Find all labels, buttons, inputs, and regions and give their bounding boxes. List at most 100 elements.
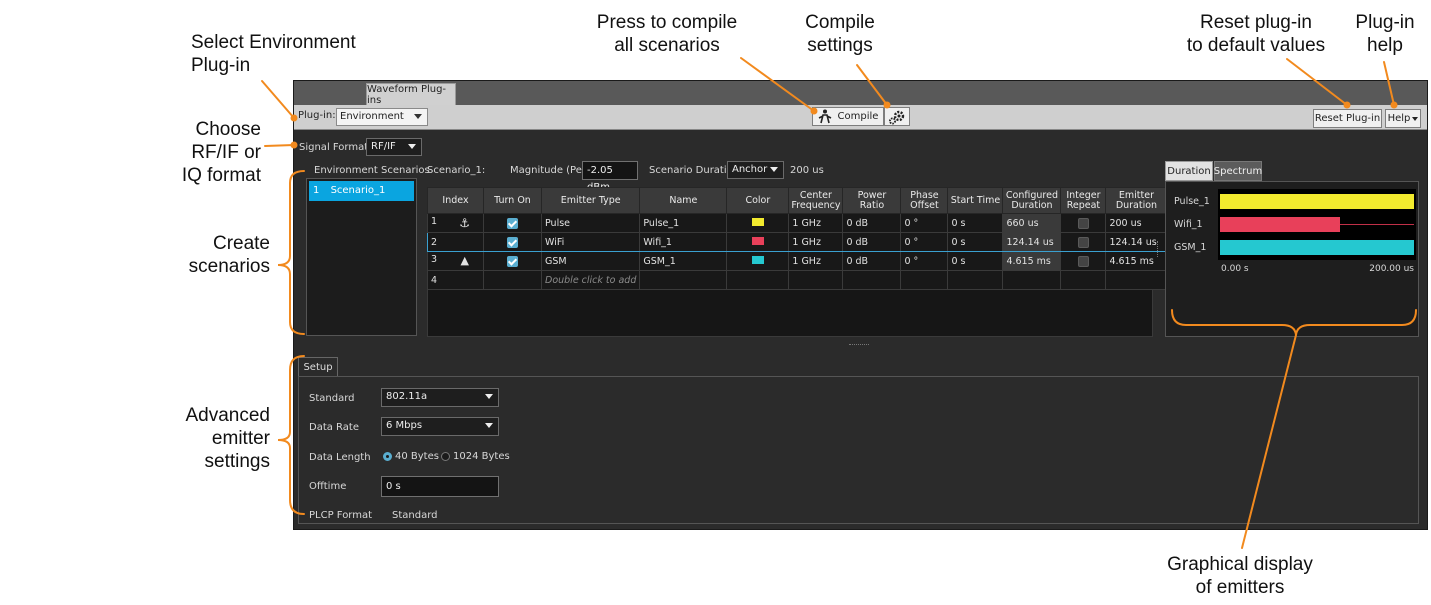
radio-unselected[interactable] — [441, 451, 450, 461]
cell-phase-offset[interactable]: 0 ° — [900, 232, 949, 252]
chevron-down-icon — [408, 144, 416, 149]
signal-format-select[interactable]: RF/IF — [366, 138, 422, 156]
data-rate-select[interactable]: 6 Mbps — [381, 417, 499, 436]
cell-color[interactable] — [726, 251, 790, 271]
cell-power-ratio[interactable]: 0 dB — [842, 251, 902, 271]
radio-selected[interactable] — [383, 451, 392, 461]
tab-setup[interactable]: Setup — [298, 357, 338, 377]
signal-format-value: RF/IF — [371, 141, 396, 152]
duration-mode-select[interactable]: Anchor — [727, 161, 784, 179]
data-length-option-1024[interactable]: 1024 Bytes — [441, 451, 510, 462]
integer-repeat-checkbox[interactable] — [1077, 255, 1089, 267]
cell-color[interactable] — [726, 232, 790, 252]
cell-name[interactable]: Pulse_1 — [639, 213, 728, 233]
magnitude-input[interactable]: -2.05 dBm — [582, 161, 638, 193]
cell-configured-duration: 124.14 us — [1002, 232, 1062, 252]
cell-emitter-type[interactable]: WiFi — [540, 232, 641, 252]
column-header[interactable]: Start Time — [947, 187, 1004, 214]
reset-plugin-button[interactable]: Reset Plug-in — [1313, 109, 1382, 128]
duration-mode-value: Anchor — [732, 164, 768, 175]
cell-frequency[interactable]: 1 GHz — [788, 213, 844, 233]
cell-integer-repeat[interactable] — [1060, 251, 1107, 271]
cell-empty — [947, 270, 1004, 290]
annotation-press-compile: Press to compile all scenarios — [596, 12, 738, 56]
bar-label: Pulse_1 — [1174, 196, 1210, 207]
annotation-choose-format: Choose RF/IF or IQ format — [181, 119, 261, 186]
turn-on-checkbox[interactable] — [507, 255, 518, 267]
column-header[interactable]: Index — [427, 187, 484, 214]
signal-format-label: Signal Format — [299, 142, 369, 153]
turn-on-checkbox[interactable] — [507, 236, 518, 248]
vertical-splitter-handle[interactable] — [1157, 241, 1159, 257]
column-header[interactable]: Phase Offset — [900, 187, 949, 214]
compile-button[interactable]: Compile — [812, 107, 884, 126]
cell-name[interactable]: GSM_1 — [639, 251, 728, 271]
cell-emitter-type[interactable]: Pulse — [540, 213, 641, 233]
column-header[interactable]: Name — [639, 187, 728, 214]
column-header[interactable]: Center Frequency — [788, 187, 844, 214]
setup-panel: Standard 802.11a Data Rate 6 Mbps Data L… — [298, 376, 1419, 524]
chevron-down-icon — [770, 167, 778, 172]
turn-on-checkbox[interactable] — [507, 217, 518, 229]
scenario-index: 1 — [313, 185, 320, 196]
tab-spectrum[interactable]: Spectrum — [1214, 161, 1262, 181]
cell-power-ratio[interactable]: 0 dB — [842, 213, 902, 233]
gear-icon — [889, 110, 905, 124]
column-header[interactable]: Color — [726, 187, 790, 214]
cell-integer-repeat[interactable] — [1060, 232, 1107, 252]
cell-turn-on[interactable] — [483, 251, 542, 271]
help-button[interactable]: Help — [1385, 109, 1421, 128]
column-header[interactable]: Emitter Duration — [1105, 187, 1168, 214]
column-header[interactable]: Emitter Type — [540, 187, 641, 214]
cell-emitter-type[interactable]: GSM — [540, 251, 641, 271]
cell-phase-offset[interactable]: 0 ° — [900, 251, 949, 271]
cell-empty — [1002, 270, 1062, 290]
add-emitter-placeholder[interactable]: Double click to add — [540, 270, 641, 290]
anchor-icon: ⚓ — [459, 216, 470, 230]
cell-empty — [900, 270, 949, 290]
cell-integer-repeat[interactable] — [1060, 213, 1107, 233]
table-row[interactable]: 1 ⚓ Pulse Pulse_1 1 GHz 0 dB 0 ° 0 s 660… — [427, 213, 1168, 233]
cell-turn-on[interactable] — [483, 232, 542, 252]
tab-waveform-plugins[interactable]: Waveform Plug-ins — [366, 83, 456, 106]
cell-configured-duration: 660 us — [1002, 213, 1062, 233]
data-length-option-40[interactable]: 40 Bytes — [383, 451, 439, 462]
cell-phase-offset[interactable]: 0 ° — [900, 213, 949, 233]
caret-down-icon — [1412, 116, 1419, 121]
cell-configured-duration: 4.615 ms — [1002, 251, 1062, 271]
annotation-reset-plugin: Reset plug-in to default values — [1186, 12, 1326, 56]
standard-select[interactable]: 802.11a — [381, 388, 499, 407]
cell-power-ratio[interactable]: 0 dB — [842, 232, 902, 252]
table-row[interactable]: 3 ▲ GSM GSM_1 1 GHz 0 dB 0 ° 0 s 4.615 m… — [427, 251, 1168, 271]
list-item-scenario[interactable]: 1 Scenario_1 — [309, 181, 414, 201]
integer-repeat-checkbox[interactable] — [1077, 236, 1089, 248]
column-header[interactable]: Configured Duration — [1002, 187, 1062, 214]
column-header[interactable]: Power Ratio — [842, 187, 902, 214]
scenario-duration-label: Scenario Duration — [649, 165, 740, 176]
cell-start-time[interactable]: 0 s — [947, 213, 1004, 233]
column-header[interactable]: Turn On — [483, 187, 542, 214]
offtime-input[interactable]: 0 s — [381, 476, 499, 497]
cell-color[interactable] — [726, 213, 790, 233]
cell-name[interactable]: Wifi_1 — [639, 232, 728, 252]
chevron-down-icon — [414, 114, 422, 119]
cell-start-time[interactable]: 0 s — [947, 251, 1004, 271]
compile-settings-button[interactable] — [884, 107, 910, 126]
column-header[interactable]: Integer Repeat — [1060, 187, 1107, 214]
cell-empty — [639, 270, 728, 290]
color-swatch — [751, 217, 764, 226]
scenario-name: Scenario_1 — [330, 185, 386, 196]
axis-end-label: 200.00 us — [1369, 264, 1414, 274]
integer-repeat-checkbox[interactable] — [1077, 217, 1089, 229]
cell-start-time[interactable]: 0 s — [947, 232, 1004, 252]
tab-duration[interactable]: Duration — [1165, 161, 1213, 181]
cell-frequency[interactable]: 1 GHz — [788, 232, 844, 252]
table-row-add[interactable]: 4 Double click to add — [427, 270, 1168, 290]
table-row[interactable]: 2 WiFi Wifi_1 1 GHz 0 dB 0 ° 0 s 124.14 … — [427, 232, 1168, 252]
horizontal-splitter-handle[interactable] — [849, 344, 869, 346]
data-rate-value: 6 Mbps — [386, 420, 423, 431]
cell-frequency[interactable]: 1 GHz — [788, 251, 844, 271]
cell-turn-on[interactable] — [483, 213, 542, 233]
annotation-plugin-help: Plug-in help — [1355, 12, 1415, 56]
plugin-select[interactable]: Environment — [336, 108, 428, 126]
